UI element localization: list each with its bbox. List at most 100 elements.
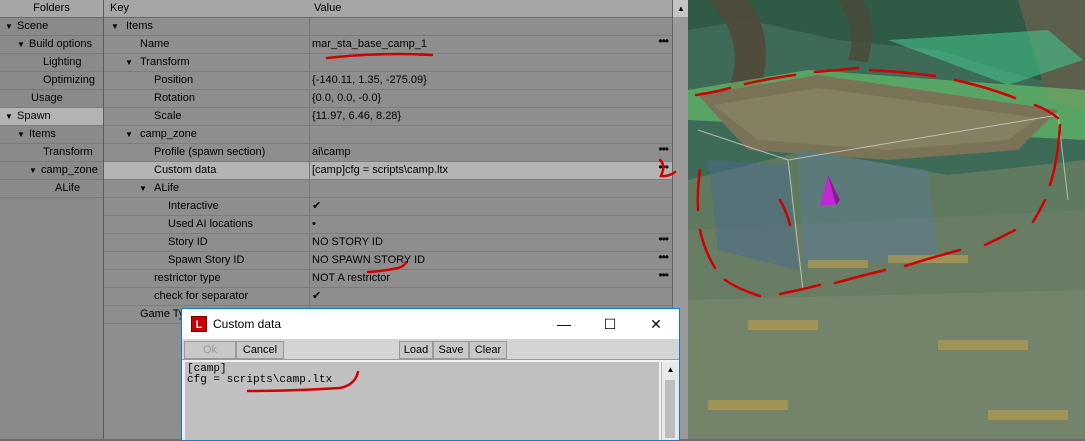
- property-row[interactable]: Spawn Story ID NO SPAWN STORY ID •••: [104, 249, 672, 270]
- property-value[interactable]: NO SPAWN STORY ID: [312, 252, 664, 269]
- property-value[interactable]: [312, 54, 664, 71]
- dialog-toolbar: Ok Cancel Load Save Clear: [182, 339, 679, 360]
- chevron-down-icon[interactable]: ▼: [28, 162, 38, 179]
- ellipsis-button[interactable]: •••: [658, 267, 669, 284]
- folder-item[interactable]: ▼ camp_zone: [0, 162, 103, 180]
- dialog-title: Custom data: [213, 317, 282, 331]
- property-value[interactable]: mar_sta_base_camp_1: [312, 36, 664, 53]
- property-row[interactable]: Name mar_sta_base_camp_1 •••: [104, 33, 672, 54]
- property-value[interactable]: NOT A restrictor: [312, 270, 664, 287]
- property-key-label: ALife: [154, 182, 180, 194]
- property-key: Position: [104, 72, 310, 89]
- scroll-up-icon[interactable]: ▲: [673, 0, 689, 17]
- folders-panel: Folders ▼ Scene ▼ Build options Lighting Opti…: [0, 0, 104, 439]
- property-value[interactable]: [312, 126, 664, 143]
- property-value[interactable]: ✔: [312, 288, 664, 305]
- chevron-down-icon[interactable]: ▼: [124, 126, 134, 143]
- folder-item[interactable]: Lighting: [0, 54, 103, 72]
- property-row[interactable]: restrictor type NOT A restrictor •••: [104, 267, 672, 288]
- folder-item[interactable]: ▼ Items: [0, 126, 103, 144]
- property-row[interactable]: Scale {11.97, 6.46, 8.28}: [104, 108, 672, 126]
- folder-item-label: Usage: [31, 92, 63, 104]
- property-value[interactable]: [312, 180, 664, 197]
- property-value[interactable]: {11.97, 6.46, 8.28}: [312, 108, 664, 125]
- folder-item[interactable]: Usage: [0, 90, 103, 108]
- save-button[interactable]: Save: [433, 341, 469, 359]
- property-row[interactable]: Custom data [camp]cfg = scripts\camp.ltx •…: [104, 159, 672, 180]
- ellipsis-button[interactable]: •••: [658, 249, 669, 266]
- property-key-label: Interactive: [168, 200, 219, 212]
- clear-button[interactable]: Clear: [469, 341, 507, 359]
- ellipsis-button[interactable]: •••: [658, 159, 669, 176]
- chevron-down-icon[interactable]: ▼: [110, 18, 120, 35]
- property-row[interactable]: Profile (spawn section) ai\camp •••: [104, 141, 672, 162]
- folder-item[interactable]: ALife: [0, 180, 103, 198]
- property-key: Spawn Story ID: [104, 252, 310, 269]
- chevron-down-icon[interactable]: ▼: [16, 126, 26, 143]
- value-column-header[interactable]: Value: [314, 0, 341, 17]
- property-row[interactable]: Position {-140.11, 1.35, -275.09}: [104, 72, 672, 90]
- custom-data-dialog: L Custom data — ☐ ✕ Ok Cancel Load Save …: [181, 308, 680, 441]
- 3d-viewport[interactable]: [688, 0, 1085, 439]
- folder-item[interactable]: ▼ Scene: [0, 18, 103, 36]
- property-key-label: Profile (spawn section): [154, 146, 266, 158]
- maximize-icon[interactable]: ☐: [587, 309, 633, 339]
- property-key: ▼ Transform: [104, 54, 310, 71]
- dialog-titlebar[interactable]: L Custom data — ☐ ✕: [182, 309, 679, 339]
- property-value[interactable]: •: [312, 216, 664, 233]
- property-value[interactable]: [312, 18, 664, 35]
- property-key: check for separator: [104, 288, 310, 305]
- property-row[interactable]: check for separator ✔: [104, 288, 672, 306]
- property-row[interactable]: ▼ Items: [104, 18, 672, 36]
- folder-item[interactable]: ▼ Build options: [0, 36, 103, 54]
- property-row[interactable]: Used AI locations •: [104, 216, 672, 234]
- property-row[interactable]: ▼ camp_zone: [104, 126, 672, 144]
- property-key-label: Name: [140, 38, 170, 50]
- property-row[interactable]: Story ID NO STORY ID •••: [104, 231, 672, 252]
- folder-item-label: Transform: [43, 146, 93, 158]
- ellipsis-button[interactable]: •••: [658, 231, 669, 248]
- ellipsis-button[interactable]: •••: [658, 33, 669, 50]
- property-row[interactable]: ▼ Transform: [104, 54, 672, 72]
- property-row[interactable]: Interactive ✔: [104, 198, 672, 216]
- property-row[interactable]: Rotation {0.0, 0.0, -0.0}: [104, 90, 672, 108]
- editor-scrollbar[interactable]: ▲: [661, 362, 679, 440]
- folders-tree: ▼ Scene ▼ Build options Lighting Optimizing Us…: [0, 18, 103, 198]
- load-button[interactable]: Load: [399, 341, 433, 359]
- cancel-button[interactable]: Cancel: [236, 341, 284, 359]
- property-value[interactable]: ai\camp: [312, 144, 664, 161]
- chevron-down-icon[interactable]: ▼: [4, 108, 14, 125]
- property-value[interactable]: NO STORY ID: [312, 234, 664, 251]
- folder-item[interactable]: Transform: [0, 144, 103, 162]
- property-key: restrictor type: [104, 270, 310, 287]
- folder-item-label: Items: [29, 128, 56, 140]
- custom-data-editor[interactable]: [camp] cfg = scripts\camp.ltx: [185, 362, 659, 440]
- chevron-down-icon[interactable]: ▼: [138, 180, 148, 197]
- property-key: Story ID: [104, 234, 310, 251]
- ellipsis-button[interactable]: •••: [658, 141, 669, 158]
- property-key-label: restrictor type: [154, 272, 221, 284]
- folder-item[interactable]: Optimizing: [0, 72, 103, 90]
- properties-grid: ▼ Items Name mar_sta_base_camp_1 ••• ▼ Transfo…: [104, 18, 672, 324]
- property-row[interactable]: ▼ ALife: [104, 180, 672, 198]
- folder-item[interactable]: ▼ Spawn: [0, 108, 103, 126]
- property-value[interactable]: {-140.11, 1.35, -275.09}: [312, 72, 664, 89]
- property-key-label: check for separator: [154, 290, 249, 302]
- property-key-label: Transform: [140, 56, 190, 68]
- ok-button[interactable]: Ok: [184, 341, 236, 359]
- property-key-label: camp_zone: [140, 128, 197, 140]
- property-value[interactable]: {0.0, 0.0, -0.0}: [312, 90, 664, 107]
- minimize-icon[interactable]: —: [541, 309, 587, 339]
- property-value[interactable]: [camp]cfg = scripts\camp.ltx: [312, 162, 664, 179]
- key-column-header[interactable]: Key: [110, 0, 129, 17]
- chevron-down-icon[interactable]: ▼: [124, 54, 134, 71]
- chevron-down-icon[interactable]: ▼: [4, 18, 14, 35]
- scroll-thumb[interactable]: [665, 380, 675, 438]
- property-key-label: Spawn Story ID: [168, 254, 245, 266]
- chevron-down-icon[interactable]: ▼: [16, 36, 26, 53]
- scroll-up-icon[interactable]: ▲: [662, 362, 679, 378]
- close-icon[interactable]: ✕: [633, 309, 679, 339]
- property-key-label: Used AI locations: [168, 218, 253, 230]
- property-value[interactable]: ✔: [312, 198, 664, 215]
- property-key-label: Scale: [154, 110, 182, 122]
